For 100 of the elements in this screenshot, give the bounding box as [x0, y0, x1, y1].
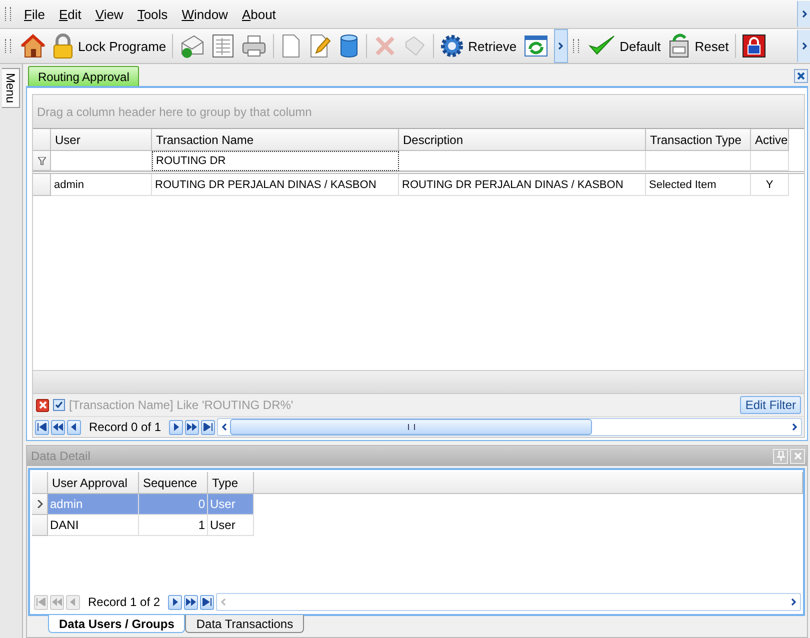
current-row-icon [36, 500, 42, 508]
scroll-right-icon[interactable] [792, 423, 798, 431]
document-icon [280, 33, 302, 59]
lock-button[interactable]: Lock Programe [49, 31, 170, 61]
lock-icon [52, 33, 74, 59]
prev-page-icon [53, 423, 63, 431]
grip-icon [5, 7, 11, 21]
table-cell: ROUTING DR PERJALAN DINAS / KASBON [152, 174, 399, 196]
next-icon [171, 423, 182, 431]
database-icon [338, 33, 360, 59]
retrieve-button[interactable]: Retrieve [437, 31, 520, 61]
close-icon [794, 452, 802, 460]
group-hint: Drag a column header here to group by that column [37, 104, 312, 118]
grip-icon [5, 39, 11, 53]
filter-checkbox[interactable] [53, 399, 65, 411]
edit-document-icon [308, 33, 332, 59]
filter-cell[interactable] [751, 151, 789, 171]
column-header[interactable]: Sequence [139, 472, 208, 494]
overflow-button[interactable] [554, 29, 568, 63]
reset-button[interactable]: Reset [664, 31, 732, 61]
column-header[interactable]: Active [751, 129, 789, 151]
scroll-thumb[interactable] [230, 419, 592, 435]
home-icon [20, 33, 46, 59]
clipboard-icon [666, 33, 691, 59]
last-record-button[interactable] [201, 420, 216, 434]
prev-icon [68, 598, 78, 606]
overflow-button[interactable] [797, 30, 810, 62]
refresh-window-icon [522, 33, 549, 59]
panel-title: Data Detail [31, 449, 90, 463]
table-cell: User [208, 494, 254, 515]
table-cell: Y [751, 174, 789, 196]
printer-icon [241, 33, 268, 59]
next-record-button[interactable] [168, 594, 182, 610]
menu-item[interactable]: About [234, 6, 283, 22]
horizontal-scrollbar[interactable] [217, 418, 802, 436]
close-button[interactable] [794, 69, 808, 83]
first-icon [36, 598, 46, 606]
filter-cell[interactable] [51, 151, 152, 171]
horizontal-scrollbar[interactable] [216, 593, 801, 611]
gear-icon [440, 34, 464, 58]
close-icon [38, 401, 46, 409]
column-header[interactable]: Transaction Name [152, 129, 399, 151]
next-page-icon [187, 423, 198, 431]
next-page-icon [186, 598, 196, 606]
document-tab[interactable]: Routing Approval [28, 66, 140, 86]
prev-page-record-button[interactable] [51, 420, 65, 434]
bottom-tab[interactable]: Data Transactions [185, 615, 304, 633]
envelope-icon [179, 33, 206, 59]
menu-item[interactable]: File [17, 6, 52, 22]
edit-filter-button[interactable]: Edit Filter [740, 396, 801, 414]
table-cell: admin [48, 494, 139, 515]
table-cell: DANI [48, 515, 139, 536]
table-cell: admin [51, 174, 152, 196]
filter-cell[interactable]: ROUTING DR [152, 151, 399, 171]
next-page-record-button[interactable] [185, 420, 200, 434]
first-icon [37, 423, 47, 431]
last-icon [203, 423, 214, 431]
menu-item[interactable]: Tools [130, 6, 175, 22]
table-cell: User [208, 515, 254, 536]
chevron-icon [802, 42, 806, 50]
prev-icon [69, 423, 79, 431]
record-counter: Record 1 of 2 [87, 595, 162, 609]
menu-item[interactable]: Window [174, 6, 235, 22]
column-header[interactable]: User Approval [48, 472, 139, 494]
filter-expression: [Transaction Name] Like 'ROUTING DR%' [69, 398, 294, 412]
chevron-icon [558, 42, 564, 50]
padlock-icon [742, 34, 766, 58]
spreadsheet-icon [211, 33, 236, 59]
menu-item[interactable]: Edit [52, 6, 88, 22]
column-header[interactable]: Transaction Type [646, 129, 751, 151]
column-header[interactable]: Description [399, 129, 646, 151]
table-cell: ROUTING DR PERJALAN DINAS / KASBON [399, 174, 646, 196]
column-header[interactable]: Type [208, 472, 254, 494]
menu-item[interactable]: View [88, 6, 130, 22]
table-cell: Selected Item [646, 174, 751, 196]
first-record-button[interactable] [35, 420, 49, 434]
bottom-tab[interactable]: Data Users / Groups [48, 615, 186, 633]
next-page-record-button[interactable] [184, 594, 198, 610]
prev-page-icon [52, 598, 62, 606]
next-icon [170, 598, 180, 606]
save-icon [403, 34, 428, 58]
next-record-button[interactable] [169, 420, 184, 434]
clear-filter-button[interactable] [36, 398, 49, 412]
table-cell: 0 [139, 494, 208, 515]
overflow-button[interactable] [797, 1, 810, 27]
chevron-icon [802, 10, 806, 18]
side-tab[interactable]: Menu [2, 68, 20, 108]
scroll-left-icon[interactable] [221, 423, 228, 431]
last-icon [202, 598, 212, 606]
pin-icon [776, 451, 784, 461]
delete-icon [373, 34, 398, 58]
table-cell: 1 [139, 515, 208, 536]
record-counter: Record 0 of 1 [88, 420, 162, 434]
scroll-right-icon[interactable] [791, 598, 797, 606]
prev-record-button[interactable] [67, 420, 81, 434]
filter-cell[interactable] [399, 151, 646, 171]
column-header[interactable]: User [51, 129, 152, 151]
last-record-button[interactable] [200, 594, 214, 610]
filter-cell[interactable] [646, 151, 751, 171]
default-button[interactable]: Default [584, 31, 664, 61]
